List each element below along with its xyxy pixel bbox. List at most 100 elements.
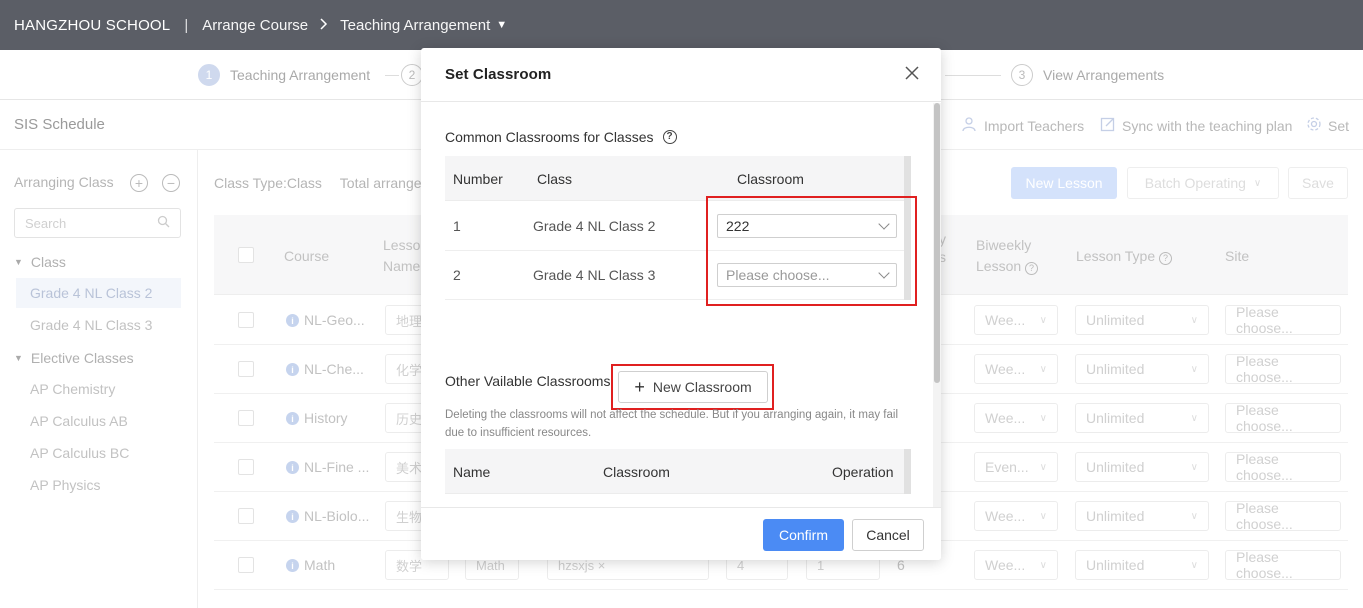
dialog-header: Set Classroom [421,48,941,102]
step-teaching-arrangement[interactable]: 1 Teaching Arrangement [198,64,370,86]
sync-teaching-plan-button[interactable]: Sync with the teaching plan [1100,116,1292,136]
help-icon[interactable]: ? [1025,262,1039,275]
breadcrumb-arrange-course[interactable]: Arrange Course [202,17,308,34]
step-number: 1 [198,64,220,86]
step-number: 3 [1011,64,1033,86]
biweekly-select[interactable]: Even... ∨ [974,452,1058,482]
lesson-type-select[interactable]: Unlimited ∨ [1075,354,1209,384]
help-icon[interactable]: ? [662,130,677,144]
delete-warning-note: Deleting the classrooms will not affect … [445,409,898,439]
course-name: History [304,410,348,426]
info-icon[interactable]: i [286,559,299,572]
chevron-right-icon [320,17,328,33]
sidebar-search-input[interactable]: Search [14,208,181,238]
sidebar-item-grade4-nl-class3[interactable]: Grade 4 NL Class 3 [16,310,181,340]
info-icon[interactable]: i [286,363,299,376]
highlight-box [706,196,917,306]
info-icon[interactable]: i [286,461,299,474]
lesson-type-select[interactable]: Unlimited ∨ [1075,550,1209,580]
caret-down-icon: ▼ [14,257,23,267]
add-circle-icon[interactable]: + [130,174,148,192]
course-name: NL-Geo... [304,312,365,328]
school-name[interactable]: HANGZHOU SCHOOL [14,17,170,34]
remove-circle-icon[interactable]: − [162,174,180,192]
course-name: NL-Biolo... [304,508,370,524]
biweekly-select[interactable]: Wee... ∨ [974,305,1058,335]
select-all-checkbox[interactable] [238,247,254,263]
step-number: 2 [401,64,423,86]
sync-icon [1100,116,1116,136]
site-select[interactable]: Please choose... [1225,451,1341,483]
sidebar-item-ap-calculus-bc[interactable]: AP Calculus BC [16,438,181,468]
group-label: Class [30,254,66,270]
step-view-arrangements[interactable]: 3 View Arrangements [1011,64,1164,86]
biweekly-select[interactable]: Wee... ∨ [974,550,1058,580]
lesson-type-select[interactable]: Unlimited ∨ [1075,452,1209,482]
gear-icon [1306,116,1322,136]
new-lesson-button[interactable]: New Lesson [1011,167,1117,199]
help-icon[interactable]: ? [1159,252,1173,265]
batch-operating-button[interactable]: Batch Operating ∨ [1127,167,1279,199]
biweekly-select[interactable]: Wee... ∨ [974,501,1058,531]
row-checkbox[interactable] [238,361,254,377]
class-type-filter[interactable]: Class Type:Class [214,175,322,191]
lesson-type-select[interactable]: Unlimited ∨ [1075,403,1209,433]
sidebar-group-elective[interactable]: ▼ Elective Classes [14,350,134,366]
course-name: Math [304,557,336,573]
cancel-button[interactable]: Cancel [852,519,924,551]
lesson-type-select[interactable]: Unlimited ∨ [1075,501,1209,531]
sidebar-actions: + − [130,174,180,192]
header-name: Name [453,464,491,480]
row-checkbox[interactable] [238,459,254,475]
biweekly-select[interactable]: Wee... ∨ [974,354,1058,384]
dialog-scroll-thumb[interactable] [934,103,940,383]
sidebar-item-grade4-nl-class2[interactable]: Grade 4 NL Class 2 [16,278,181,308]
sidebar-item-ap-physics[interactable]: AP Physics [16,470,181,500]
caret-down-icon[interactable]: ▼ [496,19,507,31]
row-class: Grade 4 NL Class 2 [533,218,656,234]
header-lesson-name-2: Name [383,258,421,274]
breadcrumb-separator: | [184,16,189,34]
header-biweekly-2: Lesson ? [976,258,1039,275]
table-header: Name Classroom Operation [445,449,911,494]
info-icon[interactable]: i [286,314,299,327]
step-label: View Arrangements [1043,67,1165,83]
site-select[interactable]: Please choose... [1225,304,1341,336]
site-select[interactable]: Please choose... [1225,549,1341,581]
row-checkbox[interactable] [238,557,254,573]
site-select[interactable]: Please choose... [1225,500,1341,532]
site-select[interactable]: Please choose... [1225,402,1341,434]
row-checkbox[interactable] [238,508,254,524]
close-icon[interactable] [905,64,919,84]
sync-label: Sync with the teaching plan [1122,118,1293,134]
set-button[interactable]: Set [1306,116,1349,136]
row-checkbox[interactable] [238,312,254,328]
sidebar-heading: Arranging Class [14,174,114,190]
table-scrollbar[interactable] [904,449,911,494]
site-select[interactable]: Please choose... [1225,353,1341,385]
lesson-type-select[interactable]: Unlimited ∨ [1075,305,1209,335]
info-icon[interactable]: i [286,412,299,425]
header-lesson-type: Lesson Type ? [1076,248,1173,265]
common-classrooms-title: Common Classrooms for Classes ? [445,129,677,145]
sidebar-group-class[interactable]: ▼ Class [14,254,66,270]
header-classroom: Classroom [737,171,804,187]
info-icon[interactable]: i [286,510,299,523]
search-icon [157,215,170,231]
header-operation: Operation [832,464,894,480]
search-placeholder: Search [25,215,67,231]
breadcrumb-teaching-arrangement[interactable]: Teaching Arrangement [340,17,490,34]
sidebar-item-ap-calculus-ab[interactable]: AP Calculus AB [16,406,181,436]
chevron-down-icon: ∨ [1253,177,1262,189]
sidebar-item-ap-chemistry[interactable]: AP Chemistry [16,374,181,404]
confirm-button[interactable]: Confirm [763,519,844,551]
batch-operating-label: Batch Operating [1144,175,1246,191]
group-label: Elective Classes [30,350,134,366]
import-teachers-button[interactable]: Import Teachers [962,116,1084,136]
save-button[interactable]: Save [1288,167,1348,199]
row-class: Grade 4 NL Class 3 [533,267,656,283]
highlight-box [611,364,774,410]
biweekly-select[interactable]: Wee... ∨ [974,403,1058,433]
dialog-footer: Confirm Cancel [421,507,941,560]
row-checkbox[interactable] [238,410,254,426]
